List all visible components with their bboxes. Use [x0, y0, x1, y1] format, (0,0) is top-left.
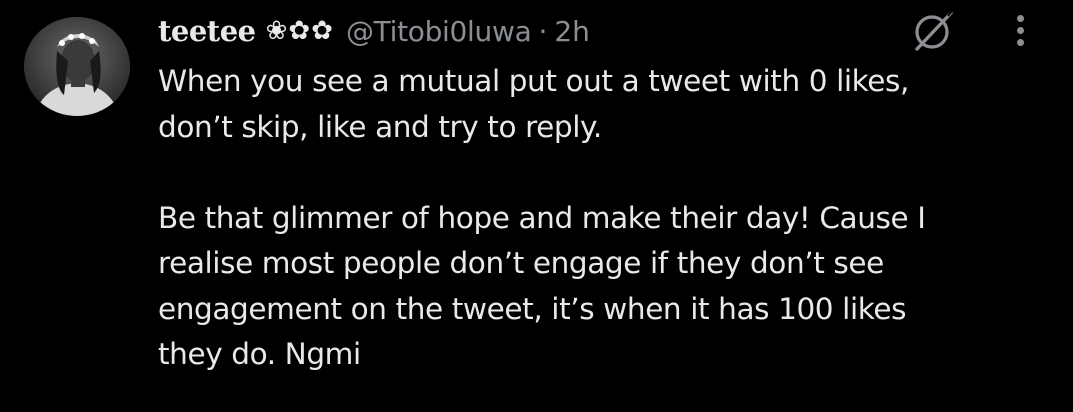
avatar[interactable] — [24, 17, 130, 116]
post-text-line: engagement on the tweet, it’s when it ha… — [158, 291, 907, 326]
more-dot — [1016, 14, 1024, 22]
more-dot — [1016, 26, 1024, 34]
separator-dot: · — [538, 14, 548, 48]
post-header: teetee ❀✿✿ @Titobi0luwa · 2h — [158, 12, 590, 50]
post-text: When you see a mutual put out a tweet wi… — [158, 59, 1058, 378]
post-text-line: Be that glimmer of hope and make their d… — [158, 200, 926, 235]
user-handle[interactable]: @Titobi0luwa — [346, 15, 532, 48]
more-options-icon[interactable] — [1004, 10, 1036, 50]
post-text-line: don’t skip, like and try to reply. — [158, 109, 602, 144]
name-emoji: ❀✿✿ — [265, 16, 334, 46]
more-dot — [1016, 38, 1024, 46]
grok-icon[interactable] — [908, 8, 958, 54]
tweet-card[interactable]: teetee ❀✿✿ @Titobi0luwa · 2h When you se… — [0, 0, 1073, 412]
post-text-line: they do. Ngmi — [158, 337, 361, 371]
post-text-line: When you see a mutual put out a tweet wi… — [158, 64, 909, 98]
timestamp[interactable]: 2h — [554, 15, 590, 48]
post-text-line: realise most people don’t engage if they… — [158, 246, 884, 280]
display-name[interactable]: teetee — [158, 14, 256, 48]
